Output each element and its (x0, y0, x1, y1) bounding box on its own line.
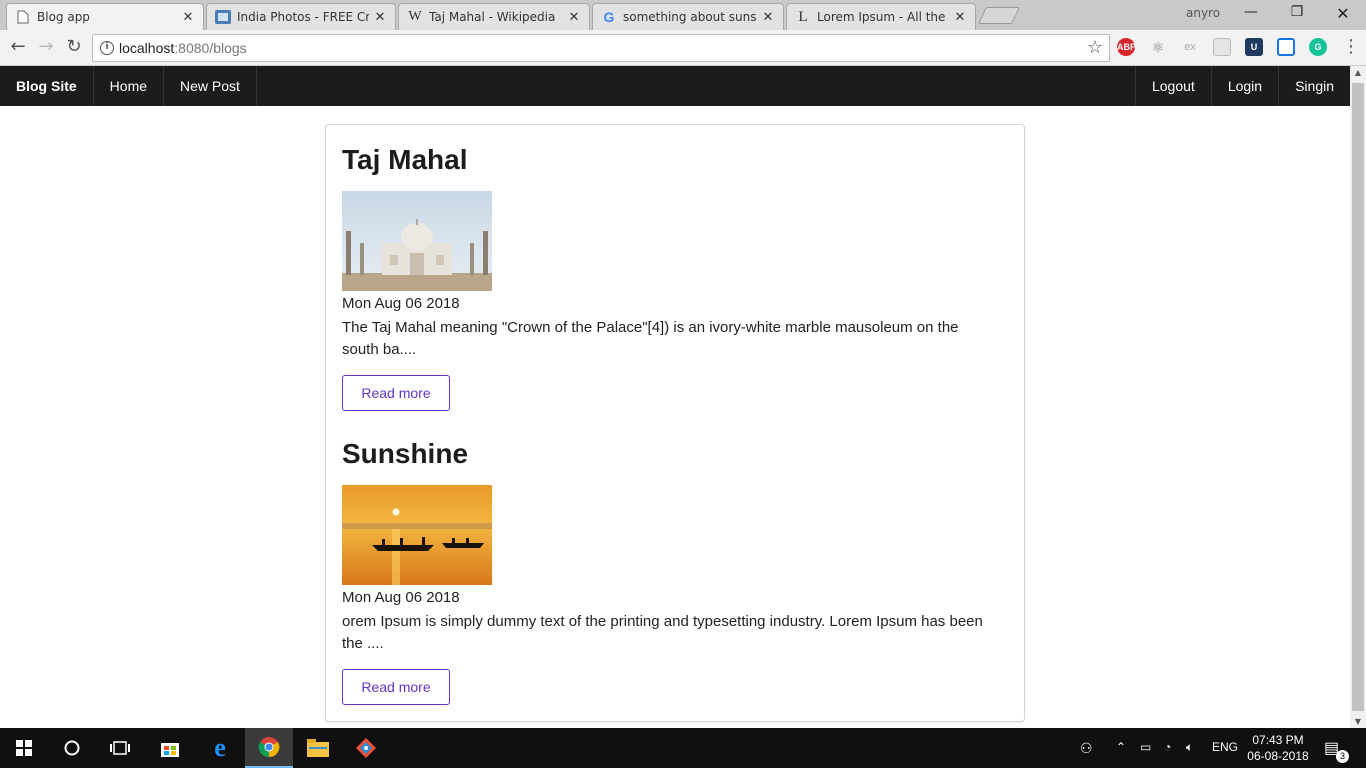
extension-ex-icon[interactable]: ex (1181, 38, 1199, 56)
scroll-up-icon[interactable]: ▲ (1350, 68, 1366, 77)
git-app-icon[interactable] (342, 728, 390, 768)
post-title[interactable]: Sunshine (342, 437, 468, 471)
tab-blog-app[interactable]: Blog app ✕ (6, 3, 204, 30)
windows-start-icon[interactable] (0, 728, 48, 768)
navbar-spacer (257, 66, 1135, 106)
store-icon[interactable] (146, 728, 194, 768)
tab-lorem-ipsum[interactable]: L Lorem Ipsum - All the fac ✕ (786, 3, 976, 30)
windows-taskbar: e ⚇ ⌃ ▭ ◔ 🔈︎ ENG 07:43 PM 06-08-2018 ▤ 3 (0, 728, 1366, 768)
post-excerpt: orem Ipsum is simply dummy text of the p… (342, 613, 983, 652)
blog-post: Taj Mahal Mon Aug 06 2018 The Taj Mahal … (342, 143, 959, 411)
minimize-icon[interactable]: — (1236, 4, 1266, 20)
file-explorer-icon[interactable] (294, 728, 342, 768)
forward-arrow-icon[interactable]: → (34, 36, 58, 60)
close-tab-icon[interactable]: ✕ (761, 10, 775, 25)
battery-icon[interactable]: ▭ (1140, 740, 1151, 754)
post-image-sunshine (342, 485, 492, 585)
back-arrow-icon[interactable]: ← (6, 36, 30, 60)
restore-icon[interactable]: ❐ (1282, 4, 1312, 20)
address-bar[interactable]: i localhost:8080/blogs ☆ (92, 34, 1110, 62)
page-scrollbar[interactable]: ▲ ▼ (1350, 66, 1366, 728)
wikipedia-icon: W (408, 9, 422, 24)
url-text[interactable]: localhost:8080/blogs (119, 40, 247, 56)
blog-post: Sunshine Mon Aug 06 2018 orem Ipsum is s… (342, 437, 983, 705)
profile-name[interactable]: anyro (1186, 6, 1220, 20)
notification-count-badge: 3 (1336, 750, 1349, 763)
post-image-taj-mahal (342, 191, 492, 291)
chrome-taskbar-icon[interactable] (245, 728, 293, 768)
read-more-button[interactable]: Read more (342, 375, 450, 411)
task-view-icon[interactable] (96, 728, 144, 768)
bookmark-star-icon[interactable]: ☆ (1087, 37, 1103, 58)
site-navbar: Blog Site Home New Post Logout Login Sin… (0, 66, 1350, 106)
scroll-thumb[interactable] (1352, 83, 1364, 711)
blog-list-card: Taj Mahal Mon Aug 06 2018 The Taj Mahal … (325, 124, 1025, 722)
nav-logout[interactable]: Logout (1134, 66, 1211, 106)
adblock-plus-icon[interactable]: ABP (1117, 38, 1136, 56)
tab-title: Taj Mahal - Wikipedia (429, 10, 556, 24)
post-date: Mon Aug 06 2018 (342, 589, 460, 606)
scroll-down-icon[interactable]: ▼ (1350, 717, 1366, 726)
reload-icon[interactable]: ↻ (62, 36, 86, 60)
clock-time: 07:43 PM (1252, 733, 1304, 747)
new-tab-button[interactable] (978, 7, 1020, 24)
close-tab-icon[interactable]: ✕ (181, 10, 195, 25)
grammarly-icon[interactable]: G (1309, 38, 1327, 56)
nav-new-post[interactable]: New Post (164, 66, 257, 106)
close-tab-icon[interactable]: ✕ (567, 10, 581, 25)
tab-taj-mahal-wikipedia[interactable]: W Taj Mahal - Wikipedia ✕ (398, 3, 590, 30)
nav-login[interactable]: Login (1210, 66, 1278, 106)
browser-menu-icon[interactable]: ⋮ (1342, 36, 1360, 57)
tab-title: something about sunshin (623, 10, 757, 24)
edge-browser-icon[interactable]: e (196, 728, 244, 768)
nav-signin[interactable]: Singin (1278, 66, 1350, 106)
nav-home[interactable]: Home (94, 66, 165, 106)
close-window-icon[interactable]: ✕ (1328, 4, 1358, 23)
extension-gray-icon[interactable] (1213, 38, 1231, 56)
info-icon[interactable]: i (100, 41, 114, 55)
wifi-icon[interactable]: ◔ (1164, 740, 1171, 754)
brand-link[interactable]: Blog Site (0, 66, 94, 106)
post-date: Mon Aug 06 2018 (342, 295, 460, 312)
read-more-button[interactable]: Read more (342, 669, 450, 705)
tab-google-search[interactable]: G something about sunshin ✕ (592, 3, 784, 30)
tab-title: India Photos - FREE Creat (237, 10, 369, 24)
volume-icon[interactable]: 🔈︎ (1186, 740, 1193, 755)
post-title[interactable]: Taj Mahal (342, 143, 468, 177)
react-devtools-icon[interactable]: ⚛ (1149, 38, 1167, 56)
browser-tab-strip: Blog app ✕ India Photos - FREE Creat ✕ W… (0, 0, 1366, 30)
cortana-search-icon[interactable] (48, 728, 96, 768)
language-indicator[interactable]: ENG (1212, 740, 1238, 754)
page-icon (15, 9, 31, 25)
close-tab-icon[interactable]: ✕ (953, 10, 967, 25)
system-clock[interactable]: 07:43 PM 06-08-2018 (1242, 732, 1314, 764)
extension-translate-icon[interactable] (1277, 38, 1295, 56)
photos-site-icon (215, 9, 231, 25)
show-hidden-icons-chevron[interactable]: ⌃ (1116, 740, 1126, 754)
tab-india-photos[interactable]: India Photos - FREE Creat ✕ (206, 3, 396, 30)
clock-date: 06-08-2018 (1247, 749, 1309, 763)
close-tab-icon[interactable]: ✕ (373, 10, 387, 25)
post-excerpt: The Taj Mahal meaning "Crown of the Pala… (342, 319, 959, 358)
google-icon: G (603, 9, 615, 25)
lorem-ipsum-icon: L (798, 8, 808, 25)
people-icon[interactable]: ⚇ (1080, 740, 1093, 757)
browser-toolbar: ← → ↻ i localhost:8080/blogs ☆ ABP ⚛ ex … (0, 30, 1366, 66)
tab-title: Blog app (37, 10, 90, 24)
tab-title: Lorem Ipsum - All the fac (817, 10, 949, 24)
extension-u-icon[interactable]: U (1245, 38, 1263, 56)
